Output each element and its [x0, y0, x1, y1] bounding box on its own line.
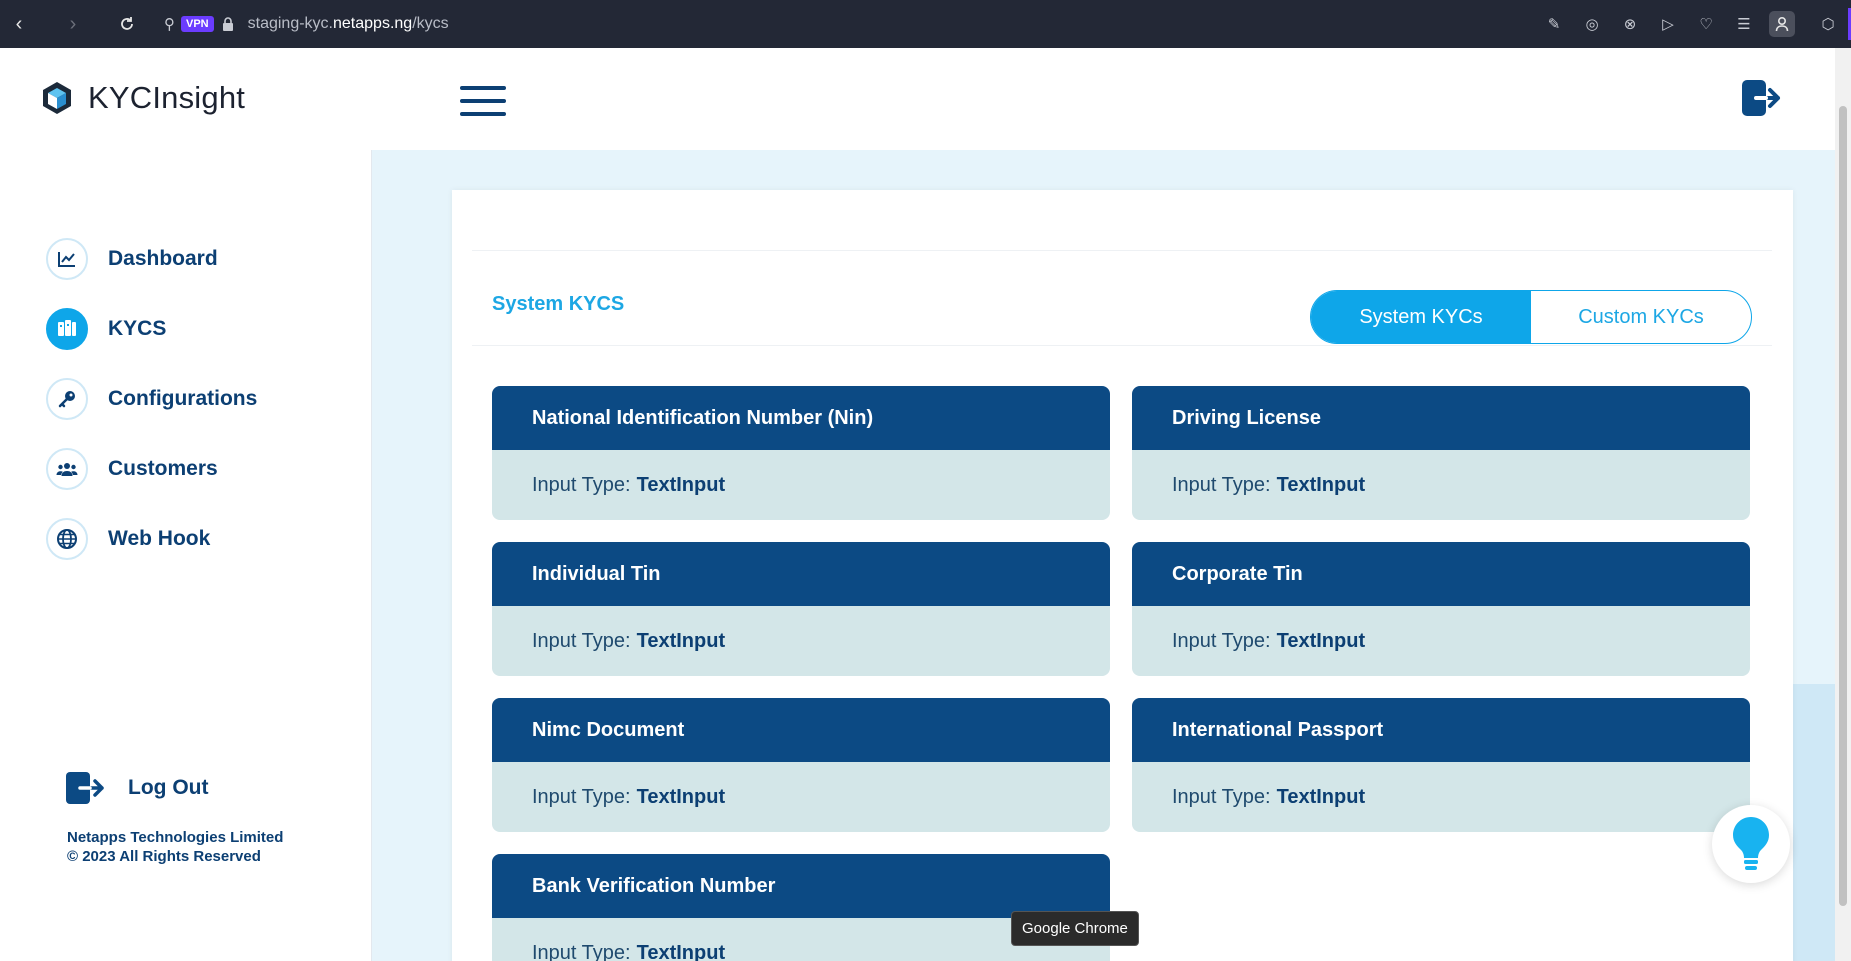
menu-lines-icon[interactable]: ☰ — [1731, 11, 1757, 37]
sidebar: Dashboard KYCS Configurations Customers … — [0, 150, 372, 961]
kyc-input-type: Input Type: TextInput — [492, 450, 1110, 520]
footer-rights: © 2023 All Rights Reserved — [67, 848, 261, 865]
camera-icon[interactable]: ◎ — [1579, 11, 1605, 37]
kyc-input-type: Input Type: TextInput — [1132, 606, 1750, 676]
kyc-item[interactable]: Individual Tin Input Type: TextInput — [492, 542, 1110, 676]
sidebar-item-web-hook[interactable]: Web Hook — [46, 518, 257, 560]
profile-icon[interactable] — [1769, 11, 1795, 37]
hamburger-menu-icon[interactable] — [460, 86, 506, 116]
sidebar-menu: Dashboard KYCS Configurations Customers … — [46, 238, 257, 588]
kyc-input-type: Input Type: TextInput — [1132, 762, 1750, 832]
cube-logo-icon — [43, 82, 71, 114]
kyc-name: Bank Verification Number — [492, 854, 1110, 918]
sidebar-item-label: Customers — [108, 457, 218, 480]
sidebar-item-label: Web Hook — [108, 527, 211, 550]
sidebar-footer: Netapps Technologies Limited © 2023 All … — [67, 828, 283, 866]
kyc-name: Corporate Tin — [1132, 542, 1750, 606]
kyc-card-container: System KYCS System KYCs Custom KYCs Nati… — [452, 190, 1793, 961]
footer-company: Netapps Technologies Limited — [67, 829, 284, 846]
address-bar[interactable]: ⚲ VPN staging-kyc.netapps.ng/kycs — [164, 15, 449, 33]
sidebar-item-customers[interactable]: Customers — [46, 448, 257, 490]
shield-icon[interactable]: ⊗ — [1617, 11, 1643, 37]
kyc-name: International Passport — [1132, 698, 1750, 762]
users-icon — [46, 448, 88, 490]
sidebar-item-label: Dashboard — [108, 247, 218, 270]
sidebar-item-kycs[interactable]: KYCS — [46, 308, 257, 350]
tooltip: Google Chrome — [1011, 911, 1139, 946]
scrollbar-track[interactable] — [1835, 48, 1851, 961]
header-logout-icon[interactable] — [1742, 80, 1782, 121]
kyc-input-type: Input Type: TextInput — [492, 762, 1110, 832]
forward-icon[interactable]: › — [58, 9, 88, 39]
tab-custom-kycs[interactable]: Custom KYCs — [1531, 291, 1751, 343]
kyc-item[interactable]: Driving License Input Type: TextInput — [1132, 386, 1750, 520]
divider — [472, 250, 1772, 251]
reload-icon[interactable] — [112, 9, 142, 39]
logout-icon — [66, 772, 104, 804]
app-title: KYCInsight — [88, 80, 246, 115]
lock-icon — [222, 17, 233, 31]
heart-icon[interactable]: ♡ — [1693, 11, 1719, 37]
app-logo[interactable]: KYCInsight — [40, 80, 245, 116]
play-icon[interactable]: ▷ — [1655, 11, 1681, 37]
kyc-item[interactable]: Corporate Tin Input Type: TextInput — [1132, 542, 1750, 676]
app-header: KYCInsight — [0, 48, 1835, 150]
sidebar-item-label: KYCS — [108, 317, 167, 340]
chart-line-icon — [46, 238, 88, 280]
site-settings-icon[interactable]: ⚲ — [164, 15, 175, 33]
kyc-input-type: Input Type: TextInput — [492, 606, 1110, 676]
url-text[interactable]: staging-kyc.netapps.ng/kycs — [248, 15, 449, 33]
kyc-item[interactable]: International Passport Input Type: TextIn… — [1132, 698, 1750, 832]
help-bulb-button[interactable] — [1712, 805, 1790, 883]
logout-label: Log Out — [128, 776, 209, 799]
main-content: System KYCS System KYCs Custom KYCs Nati… — [372, 150, 1835, 961]
kyc-input-type: Input Type: TextInput — [1132, 450, 1750, 520]
extension-cube-icon[interactable]: ⬡ — [1815, 11, 1841, 37]
tab-system-kycs[interactable]: System KYCs — [1311, 291, 1531, 343]
key-icon — [46, 378, 88, 420]
sidebar-logout-button[interactable]: Log Out — [66, 772, 208, 804]
sidebar-item-label: Configurations — [108, 387, 258, 410]
back-icon[interactable]: ‹ — [4, 9, 34, 39]
kyc-item[interactable]: Nimc Document Input Type: TextInput — [492, 698, 1110, 832]
browser-toolbar: ‹ › ⚲ VPN staging-kyc.netapps.ng/kycs ✎ … — [0, 0, 1851, 48]
kyc-name: Individual Tin — [492, 542, 1110, 606]
sidebar-item-configurations[interactable]: Configurations — [46, 378, 257, 420]
sidebar-item-dashboard[interactable]: Dashboard — [46, 238, 257, 280]
id-cards-icon — [46, 308, 88, 350]
kyc-item[interactable]: National Identification Number (Nin) Inp… — [492, 386, 1110, 520]
vpn-badge[interactable]: VPN — [181, 16, 214, 32]
scrollbar-thumb[interactable] — [1839, 106, 1847, 906]
lightbulb-icon — [1733, 817, 1769, 870]
kyc-name: Nimc Document — [492, 698, 1110, 762]
globe-icon — [46, 518, 88, 560]
page-title: System KYCS — [492, 293, 625, 315]
kyc-name: National Identification Number (Nin) — [492, 386, 1110, 450]
kyc-name: Driving License — [1132, 386, 1750, 450]
kyc-type-toggle: System KYCs Custom KYCs — [1310, 290, 1752, 344]
divider — [472, 345, 1772, 346]
edit-icon[interactable]: ✎ — [1541, 11, 1567, 37]
